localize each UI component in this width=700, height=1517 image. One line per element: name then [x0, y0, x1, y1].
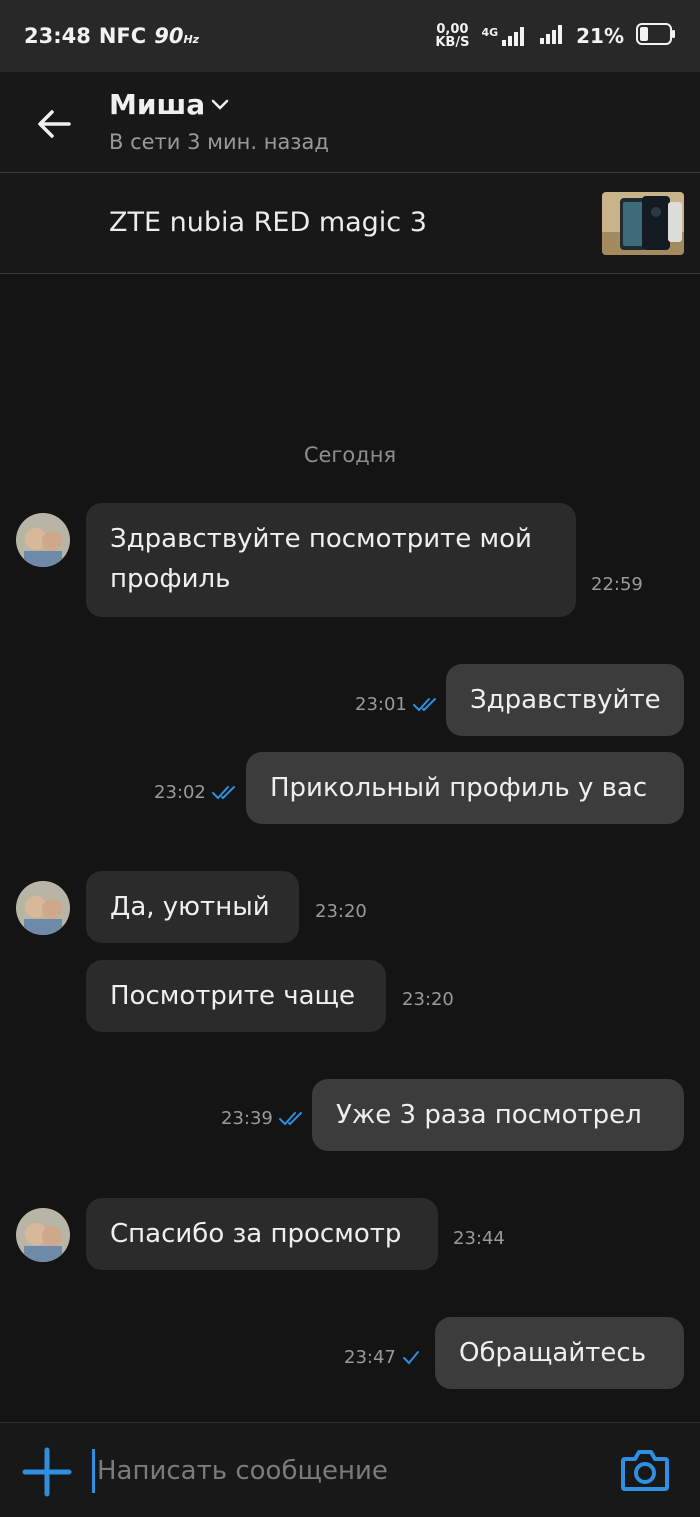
contact-status: В сети 3 мин. назад	[109, 130, 329, 154]
plus-icon	[22, 1447, 72, 1497]
avatar[interactable]	[16, 513, 70, 567]
contact-name-dropdown[interactable]: Миша	[109, 88, 229, 121]
message-time: 23:44	[453, 1228, 505, 1249]
message-time: 23:02	[154, 782, 238, 803]
product-bar[interactable]: ZTE nubia RED magic 3	[0, 172, 700, 274]
message-text: Уже 3 раза посмотрел	[336, 1100, 642, 1130]
message-bubble-incoming[interactable]: Посмотрите чаще	[86, 960, 386, 1032]
battery-icon	[636, 23, 676, 49]
double-check-icon	[278, 1111, 302, 1125]
message-bubble-incoming[interactable]: Спасибо за просмотр	[86, 1198, 438, 1270]
date-separator: Сегодня	[303, 443, 397, 467]
double-check-icon	[211, 785, 235, 799]
message-bubble-outgoing[interactable]: Обращайтесь	[435, 1317, 684, 1389]
chevron-down-icon	[211, 99, 229, 110]
message-text: Спасибо за просмотр	[110, 1219, 402, 1249]
composer-bar	[0, 1422, 700, 1517]
message-text: Прикольный профиль у вас	[270, 773, 648, 803]
avatar[interactable]	[16, 881, 70, 935]
status-network-speed: 0,00 KB/S	[435, 22, 470, 50]
signal-icon: 4G	[481, 26, 528, 46]
message-text: Здравствуйте посмотрите мой профиль	[110, 524, 532, 594]
message-bubble-incoming[interactable]: Да, уютный	[86, 871, 299, 943]
camera-icon	[621, 1450, 669, 1491]
status-bar: 23:48 NFC 90Hz 0,00 KB/S 4G 21%	[0, 0, 700, 72]
status-network-type: 4G	[481, 26, 499, 39]
message-text: Обращайтесь	[459, 1338, 647, 1368]
status-refresh-rate: 90Hz	[154, 24, 200, 48]
camera-button[interactable]	[620, 1447, 670, 1493]
message-bubble-incoming[interactable]: Здравствуйте посмотрите мой профиль	[86, 503, 576, 617]
back-button[interactable]	[28, 102, 80, 146]
message-text: Да, уютный	[110, 892, 270, 922]
chat-header: Миша В сети 3 мин. назад	[0, 72, 700, 172]
message-bubble-outgoing[interactable]: Уже 3 раза посмотрел	[312, 1079, 684, 1151]
product-title: ZTE nubia RED magic 3	[109, 207, 427, 238]
message-time: 23:39	[221, 1108, 305, 1129]
message-time: 23:01	[355, 694, 439, 715]
message-bubble-outgoing[interactable]: Прикольный профиль у вас	[246, 752, 684, 824]
avatar[interactable]	[16, 1208, 70, 1262]
double-check-icon	[412, 697, 436, 711]
contact-name: Миша	[109, 88, 206, 121]
attach-button[interactable]	[22, 1447, 72, 1497]
message-text: Здравствуйте	[470, 685, 661, 715]
signal-icon-2	[540, 24, 564, 48]
check-icon	[402, 1350, 419, 1364]
message-bubble-outgoing[interactable]: Здравствуйте	[446, 664, 684, 736]
message-text: Посмотрите чаще	[110, 981, 356, 1011]
battery-percent: 21%	[576, 24, 624, 48]
product-thumbnail[interactable]	[602, 192, 684, 255]
message-input[interactable]	[92, 1449, 592, 1493]
status-time: 23:48	[24, 24, 91, 48]
status-nfc: NFC	[98, 24, 147, 48]
message-time: 23:20	[402, 989, 454, 1010]
message-time: 23:47	[344, 1347, 420, 1368]
arrow-left-icon	[38, 110, 71, 138]
message-time: 23:20	[315, 901, 367, 922]
message-time: 22:59	[591, 574, 643, 595]
